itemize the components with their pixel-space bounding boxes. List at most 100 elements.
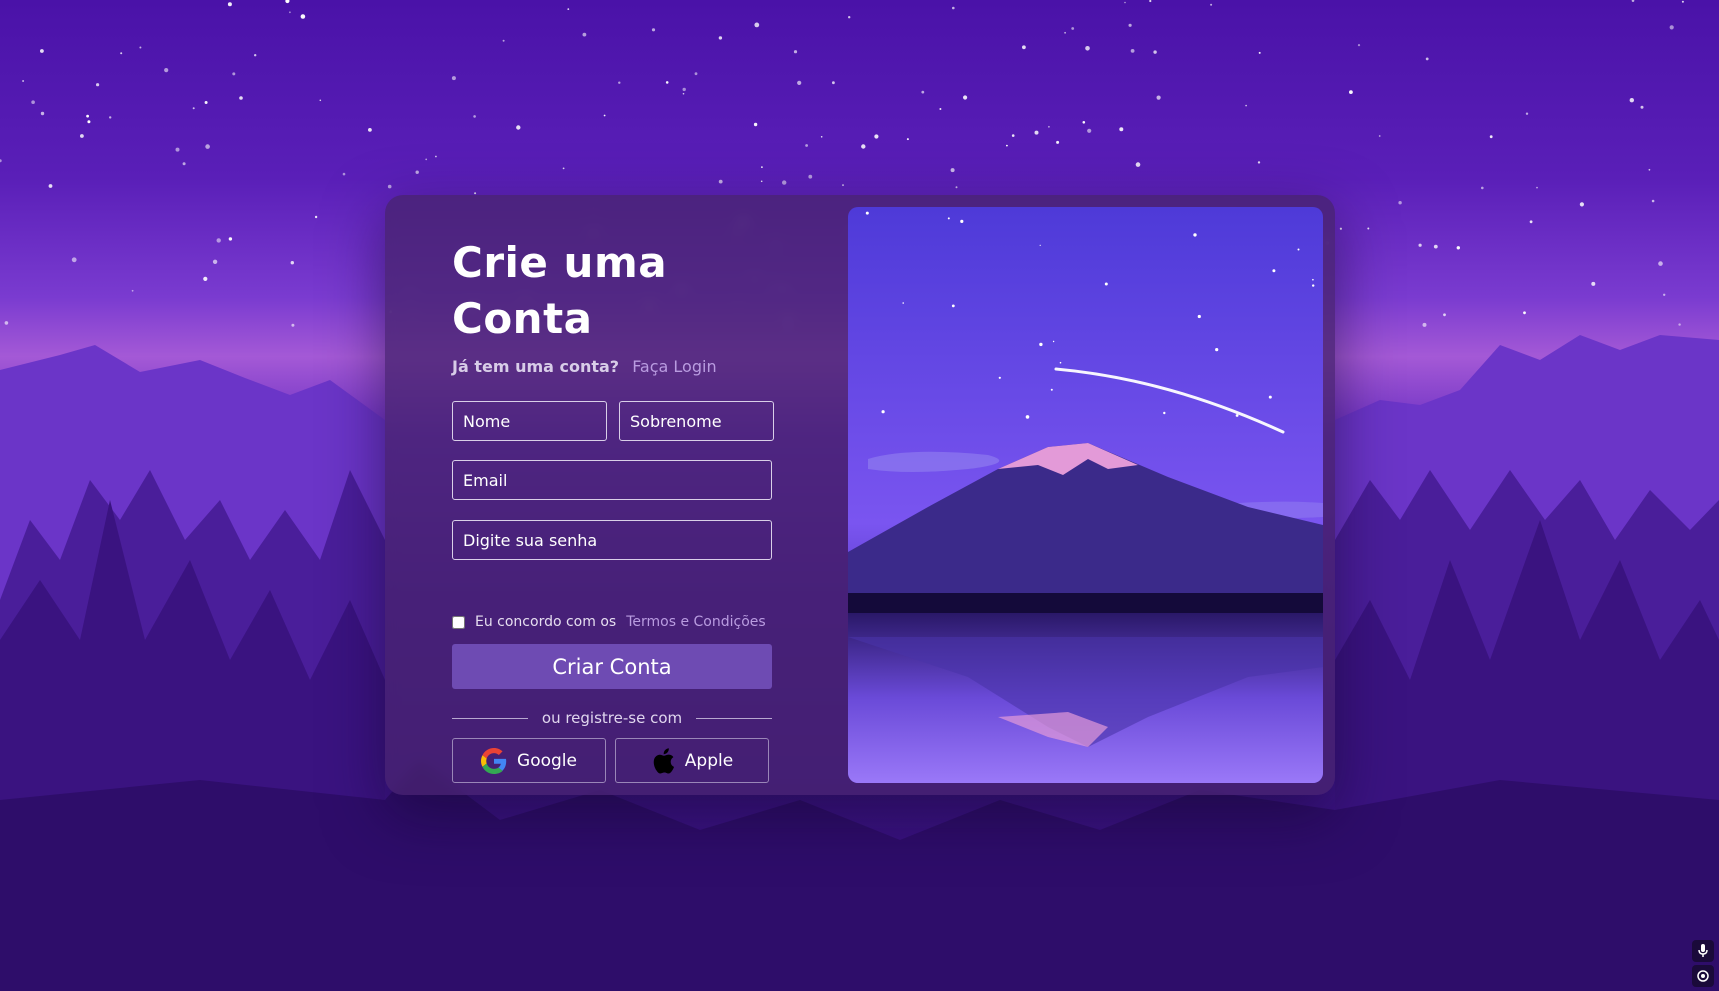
signup-form: Crie uma Conta Já tem uma conta? Faça Lo… xyxy=(452,235,774,783)
star xyxy=(1591,281,1596,286)
star xyxy=(1398,201,1402,205)
star xyxy=(239,96,243,100)
star xyxy=(1039,342,1043,347)
star xyxy=(797,80,802,85)
signup-card: Crie uma Conta Já tem uma conta? Faça Lo… xyxy=(385,195,1335,795)
star xyxy=(1663,293,1666,296)
star xyxy=(1579,202,1584,207)
first-name-input[interactable] xyxy=(452,401,607,441)
star xyxy=(1272,269,1276,273)
star xyxy=(832,81,835,85)
star xyxy=(1006,144,1008,147)
divider-line-left xyxy=(452,717,528,719)
star xyxy=(1367,227,1370,230)
star xyxy=(131,289,134,292)
star xyxy=(718,179,723,184)
page-title: Crie uma Conta xyxy=(452,238,668,343)
star xyxy=(192,107,195,110)
star xyxy=(435,155,437,158)
star xyxy=(761,166,763,169)
star xyxy=(1339,227,1342,230)
star xyxy=(1056,140,1060,144)
apple-signup-button[interactable]: Apple xyxy=(615,738,769,783)
star xyxy=(1525,112,1529,115)
login-link[interactable]: Faça Login xyxy=(632,357,716,376)
email-input[interactable] xyxy=(452,460,772,500)
star xyxy=(1443,313,1446,317)
star xyxy=(212,259,218,264)
apple-label: Apple xyxy=(684,750,734,771)
star xyxy=(947,217,950,220)
google-icon xyxy=(481,747,507,774)
star xyxy=(0,159,2,163)
star xyxy=(1153,50,1157,54)
star xyxy=(473,115,476,118)
star xyxy=(232,72,236,76)
apple-icon xyxy=(653,747,674,774)
last-name-input[interactable] xyxy=(619,401,774,441)
star xyxy=(1163,411,1166,415)
star xyxy=(291,323,295,327)
star xyxy=(1156,95,1161,100)
create-account-button[interactable]: Criar Conta xyxy=(452,644,772,689)
star xyxy=(1357,44,1361,47)
location-button[interactable] xyxy=(1692,965,1714,987)
star xyxy=(31,100,35,104)
star xyxy=(921,90,925,94)
star xyxy=(71,257,77,263)
star xyxy=(963,95,968,100)
star xyxy=(1658,261,1663,266)
star xyxy=(960,219,964,223)
star xyxy=(1059,361,1062,364)
star xyxy=(228,237,233,241)
hero-illustration xyxy=(848,207,1323,783)
star xyxy=(754,22,760,28)
social-buttons: Google Apple xyxy=(452,738,772,783)
shoreline xyxy=(848,593,1323,613)
star xyxy=(1130,49,1135,53)
star xyxy=(203,276,208,281)
star xyxy=(182,162,186,166)
password-input[interactable] xyxy=(452,520,772,560)
star xyxy=(1312,284,1315,287)
star xyxy=(1011,134,1015,137)
terms-link[interactable]: Termos e Condições xyxy=(626,614,765,630)
star xyxy=(760,180,763,183)
star xyxy=(1456,246,1461,250)
star xyxy=(48,184,53,188)
star xyxy=(285,0,290,4)
star xyxy=(865,211,869,215)
star xyxy=(1418,243,1422,247)
star xyxy=(1128,23,1132,27)
star xyxy=(881,410,885,414)
star xyxy=(1193,233,1197,237)
star xyxy=(425,158,428,161)
star xyxy=(204,101,208,104)
microphone-icon xyxy=(1698,944,1708,957)
star xyxy=(1378,135,1381,137)
star xyxy=(1651,199,1655,203)
star xyxy=(96,83,100,87)
microphone-button[interactable] xyxy=(1692,940,1714,962)
google-signup-button[interactable]: Google xyxy=(452,738,606,783)
terms-checkbox[interactable] xyxy=(452,615,465,629)
star xyxy=(1048,125,1050,128)
divider-line-right xyxy=(696,717,773,719)
star xyxy=(1640,105,1644,109)
star xyxy=(1034,130,1039,135)
star xyxy=(582,32,587,37)
star xyxy=(314,215,318,219)
star xyxy=(1523,311,1526,315)
star xyxy=(1257,161,1261,164)
star xyxy=(387,184,392,189)
star xyxy=(805,144,808,147)
star xyxy=(998,376,1001,379)
star xyxy=(164,68,169,73)
divider-text: ou registre-se com xyxy=(541,709,683,727)
star xyxy=(1648,168,1651,171)
star xyxy=(1124,1,1126,4)
location-icon xyxy=(1697,970,1709,982)
star xyxy=(1050,388,1053,391)
terms-row: Eu concordo com os Termos e Condições xyxy=(452,614,772,630)
star xyxy=(40,111,45,116)
